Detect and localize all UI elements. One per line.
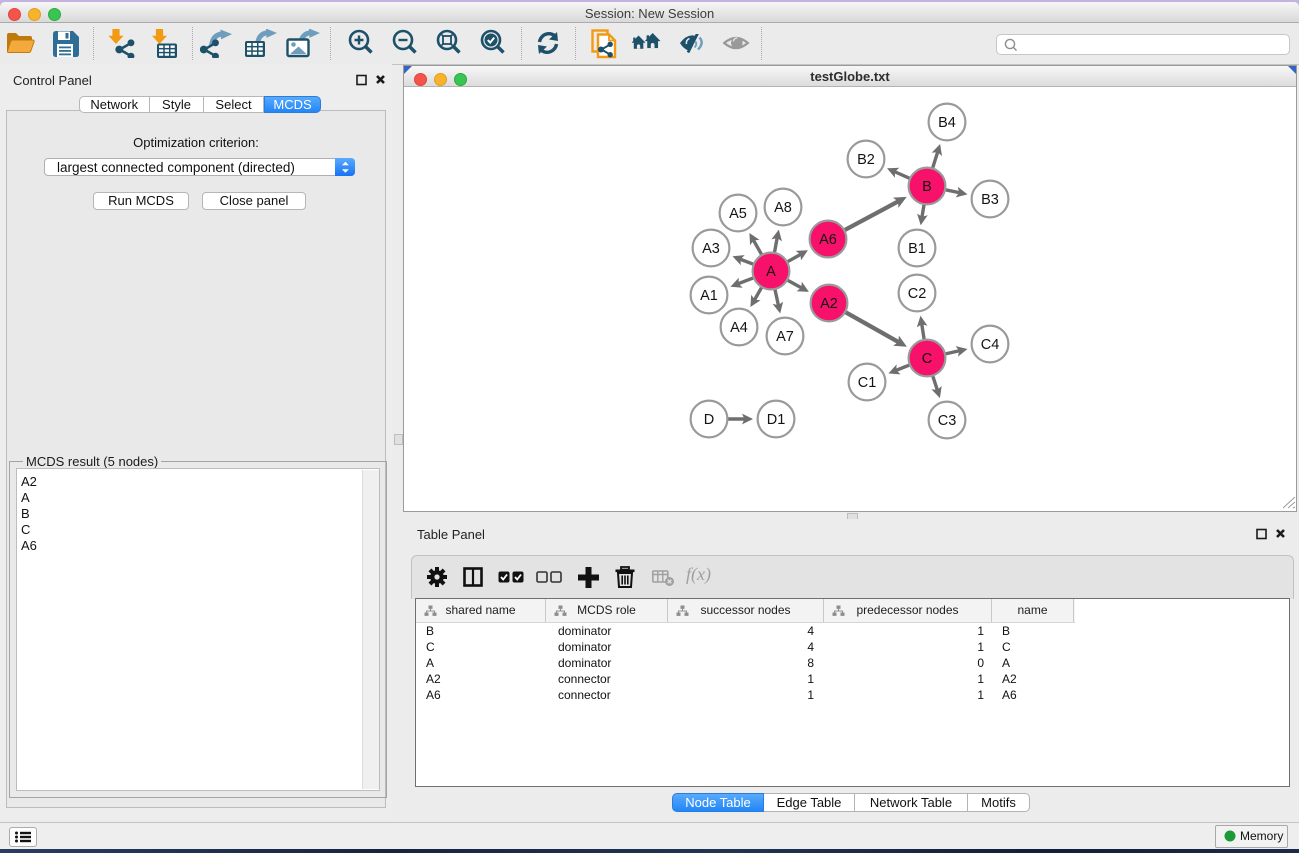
svg-text:D: D [704, 412, 714, 428]
svg-text:C3: C3 [938, 413, 957, 429]
svg-text:A2: A2 [820, 296, 838, 312]
svg-text:C1: C1 [858, 375, 877, 391]
svg-text:A5: A5 [729, 206, 747, 222]
svg-text:A: A [766, 264, 776, 280]
svg-text:B3: B3 [981, 192, 999, 208]
svg-text:C2: C2 [908, 286, 927, 302]
svg-text:A3: A3 [702, 241, 720, 257]
svg-text:C4: C4 [981, 337, 1000, 353]
svg-text:C: C [922, 351, 932, 367]
svg-text:A8: A8 [774, 200, 792, 216]
svg-text:B: B [922, 179, 932, 195]
svg-text:A4: A4 [730, 320, 748, 336]
svg-text:B2: B2 [857, 152, 875, 168]
svg-text:A1: A1 [700, 288, 718, 304]
svg-text:A6: A6 [819, 232, 837, 248]
svg-text:D1: D1 [767, 412, 786, 428]
svg-text:B1: B1 [908, 241, 926, 257]
svg-text:B4: B4 [938, 115, 956, 131]
svg-text:A7: A7 [776, 329, 794, 345]
